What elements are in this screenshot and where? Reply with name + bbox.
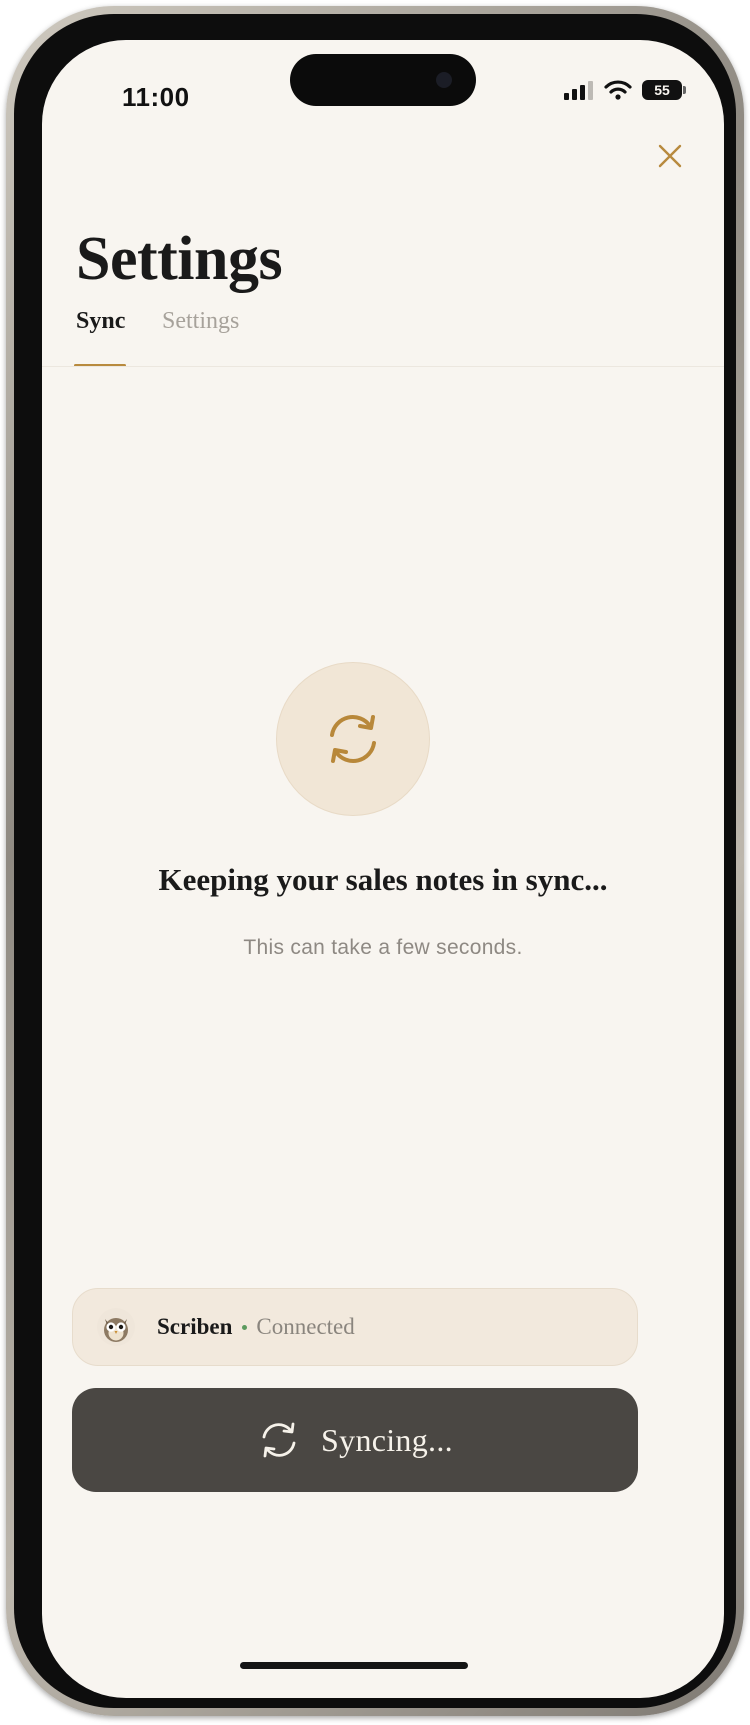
tab-sync[interactable]: Sync xyxy=(76,302,125,368)
owl-avatar-icon xyxy=(97,1308,135,1346)
battery-icon: 55 xyxy=(642,80,686,100)
syncing-button-label: Syncing... xyxy=(321,1421,453,1458)
close-icon xyxy=(658,144,682,168)
connected-dot xyxy=(242,1324,248,1330)
tabs-divider xyxy=(42,366,724,367)
tab-settings[interactable]: Settings xyxy=(162,302,239,368)
integration-name: Scriben xyxy=(157,1314,233,1339)
screen: 11:00 55 Settings Sync Settings Keeping … xyxy=(42,40,724,1698)
sync-headline: Keeping your sales notes in sync... xyxy=(158,862,608,897)
sync-subtext: This can take a few seconds. xyxy=(243,936,523,959)
refresh-icon xyxy=(262,1422,296,1458)
sync-status-badge xyxy=(276,662,430,816)
page-title: Settings xyxy=(76,225,283,293)
syncing-button[interactable]: Syncing... xyxy=(72,1388,638,1492)
dynamic-island xyxy=(290,54,476,106)
home-indicator[interactable] xyxy=(240,1662,468,1669)
close-button[interactable] xyxy=(652,138,688,174)
front-camera xyxy=(436,72,452,88)
phone-bezel: 11:00 55 Settings Sync Settings Keeping … xyxy=(14,14,736,1708)
refresh-icon xyxy=(330,715,376,763)
status-time: 11:00 xyxy=(122,82,190,112)
status-icons: 55 xyxy=(564,80,686,100)
connection-status: Connected xyxy=(256,1314,355,1339)
wifi-icon xyxy=(604,80,632,100)
phone-frame: 11:00 55 Settings Sync Settings Keeping … xyxy=(6,6,744,1716)
connection-status-card: Scriben Connected xyxy=(72,1288,638,1366)
tab-bar: Sync Settings xyxy=(42,302,724,368)
cellular-signal-icon xyxy=(564,81,593,100)
